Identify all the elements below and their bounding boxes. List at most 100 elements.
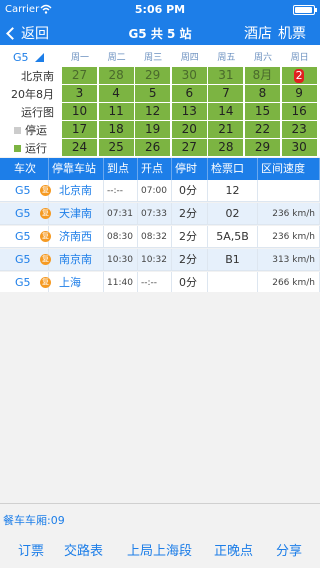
calendar-day[interactable]: 5 xyxy=(135,85,171,102)
calendar-day[interactable]: 18 xyxy=(98,121,134,138)
cell-stop: 2分 xyxy=(172,226,208,248)
calendar-day[interactable]: 8月 xyxy=(245,67,280,84)
book-ticket-button[interactable]: 订票 xyxy=(18,540,44,559)
status-bar: Carrier 5:06 PM xyxy=(0,0,320,20)
dining-car-info: 餐车车厢:09 xyxy=(3,514,65,527)
train-selector-label: G5 xyxy=(13,51,29,64)
calendar-day[interactable]: 2 xyxy=(281,67,317,84)
route-table-button[interactable]: 交路表 xyxy=(64,540,103,559)
header-depart: 开点 xyxy=(138,158,172,180)
table-row[interactable]: G5 复北京南 --:-- 07:00 0分 12 xyxy=(0,180,320,202)
weekday-header: 周日 xyxy=(290,53,309,63)
cell-arrive: 07:31 xyxy=(104,203,138,225)
share-button[interactable]: 分享 xyxy=(276,540,302,559)
calendar-day[interactable]: 15 xyxy=(245,103,280,120)
calendar-day[interactable]: 30 xyxy=(171,67,207,84)
depot-button[interactable]: 上局上海段 xyxy=(127,540,192,559)
cell-depart: 10:32 xyxy=(138,249,172,271)
calendar-day[interactable]: 6 xyxy=(171,85,207,102)
calendar-day[interactable]: 4 xyxy=(98,85,134,102)
cell-depart: 07:00 xyxy=(138,180,172,202)
selected-day-marker: 2 xyxy=(294,69,305,83)
cell-stop: 0分 xyxy=(172,180,208,202)
calendar-day[interactable]: 21 xyxy=(208,121,244,138)
table-row[interactable]: G5 复天津南 07:31 07:33 2分 02 236 km/h xyxy=(0,203,320,225)
legend-running: 运行 xyxy=(14,140,47,156)
header-train: 车次 xyxy=(0,158,49,180)
cell-stop: 2分 xyxy=(172,249,208,271)
calendar-day[interactable]: 7 xyxy=(208,85,244,102)
clock: 5:06 PM xyxy=(134,3,186,16)
page-title: G5 共 5 站 xyxy=(128,27,192,41)
cell-speed: 313 km/h xyxy=(258,249,320,271)
footer-divider xyxy=(0,503,320,504)
month-label: 20年8月 xyxy=(11,88,54,101)
schedule-table-header: 车次 停靠车站 到点 开点 停时 检票口 区间速度 xyxy=(0,158,320,180)
legend-stopped: 停运 xyxy=(14,122,47,138)
calendar-day[interactable]: 22 xyxy=(245,121,280,138)
legend-running-swatch xyxy=(14,144,21,152)
header-station: 停靠车站 xyxy=(49,158,104,180)
header-stop: 停时 xyxy=(172,158,208,180)
cell-gate: 12 xyxy=(208,180,258,202)
header-arrive: 到点 xyxy=(104,158,138,180)
cell-arrive: 11:40 xyxy=(104,272,138,294)
calendar-sidebar: G5 北京南 20年8月 运行图 停运 运行 xyxy=(0,45,60,157)
punctuality-button[interactable]: 正晚点 xyxy=(214,540,253,559)
cell-station: 上海 xyxy=(49,272,104,294)
calendar-day[interactable]: 16 xyxy=(281,103,317,120)
cell-stop: 2分 xyxy=(172,203,208,225)
calendar-day[interactable]: 29 xyxy=(245,139,280,156)
header-speed: 区间速度 xyxy=(258,158,320,180)
header-gate: 检票口 xyxy=(208,158,258,180)
cell-depart: 07:33 xyxy=(138,203,172,225)
weekday-header: 周五 xyxy=(217,53,236,63)
calendar-day[interactable]: 23 xyxy=(281,121,317,138)
calendar-day[interactable]: 17 xyxy=(62,121,97,138)
calendar-day[interactable]: 10 xyxy=(62,103,97,120)
calendar-day[interactable]: 26 xyxy=(135,139,171,156)
legend-stopped-swatch xyxy=(14,126,21,134)
legend-running-label: 运行 xyxy=(25,142,47,155)
calendar-day[interactable]: 9 xyxy=(281,85,317,102)
cell-speed: 266 km/h xyxy=(258,272,320,294)
legend-stopped-label: 停运 xyxy=(25,124,47,137)
weekday-header: 周六 xyxy=(253,53,272,63)
calendar-day[interactable]: 27 xyxy=(171,139,207,156)
hotel-button[interactable]: 酒店 xyxy=(244,23,272,43)
station-label: 北京南 xyxy=(21,70,54,83)
calendar-day[interactable]: 11 xyxy=(98,103,134,120)
calendar-day[interactable]: 29 xyxy=(135,67,171,84)
cell-speed: 236 km/h xyxy=(258,226,320,248)
calendar-day[interactable]: 20 xyxy=(171,121,207,138)
calendar-day[interactable]: 28 xyxy=(98,67,134,84)
cell-stop: 0分 xyxy=(172,272,208,294)
calendar-day[interactable]: 19 xyxy=(135,121,171,138)
calendar-day[interactable]: 13 xyxy=(171,103,207,120)
run-calendar: G5 北京南 20年8月 运行图 停运 运行 周一 周二 周三 周四 周五 周六 周日 27 2… xyxy=(0,45,320,157)
cell-station: 天津南 xyxy=(49,203,104,225)
calendar-day[interactable]: 14 xyxy=(208,103,244,120)
calendar-day[interactable]: 25 xyxy=(98,139,134,156)
cell-station: 北京南 xyxy=(49,180,104,202)
table-row[interactable]: G5 复南京南 10:30 10:32 2分 B1 313 km/h xyxy=(0,249,320,271)
table-row[interactable]: G5 复上海 11:40 --:-- 0分 266 km/h xyxy=(0,272,320,294)
calendar-day[interactable]: 27 xyxy=(62,67,97,84)
cell-depart: 08:32 xyxy=(138,226,172,248)
calendar-day[interactable]: 31 xyxy=(208,67,244,84)
flight-button[interactable]: 机票 xyxy=(278,23,306,43)
empty-area xyxy=(0,292,320,502)
calendar-day[interactable]: 3 xyxy=(62,85,97,102)
calendar-day[interactable]: 24 xyxy=(62,139,97,156)
weekday-header: 周一 xyxy=(70,53,89,63)
calendar-day[interactable]: 12 xyxy=(135,103,171,120)
bottom-toolbar: 订票 交路表 上局上海段 正晚点 分享 xyxy=(0,540,320,562)
calendar-day[interactable]: 28 xyxy=(208,139,244,156)
battery-icon xyxy=(293,5,317,15)
calendar-day[interactable]: 8 xyxy=(245,85,280,102)
cell-gate xyxy=(208,272,258,294)
cell-station: 济南西 xyxy=(49,226,104,248)
calendar-day[interactable]: 30 xyxy=(281,139,317,156)
cell-gate: 02 xyxy=(208,203,258,225)
table-row[interactable]: G5 复济南西 08:30 08:32 2分 5A,5B 236 km/h xyxy=(0,226,320,248)
